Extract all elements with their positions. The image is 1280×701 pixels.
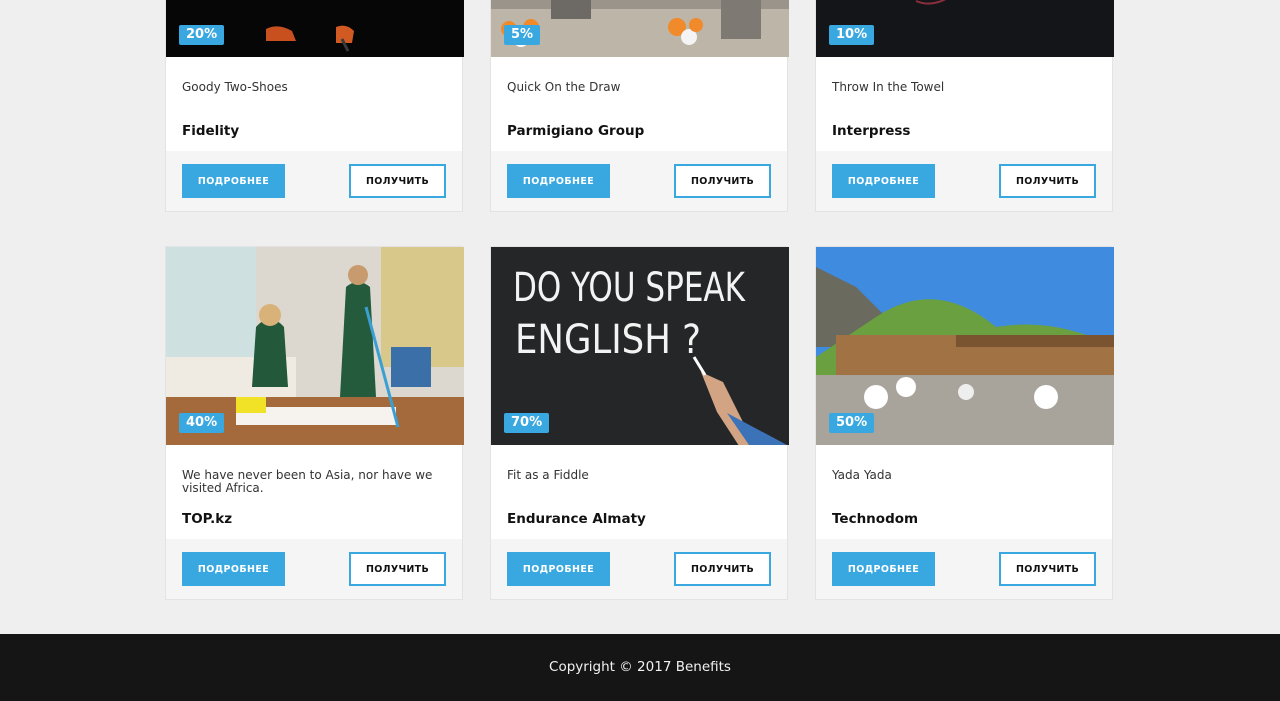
get-button[interactable]: ПОЛУЧИТЬ [349, 164, 446, 198]
offer-image: 50% [816, 247, 1114, 445]
chalk-text-line-1: DO YOU SPEAK [513, 265, 746, 311]
site-footer: Copyright © 2017 Benefits [0, 634, 1280, 701]
card-body: Throw In the Towel Interpress [816, 57, 1112, 151]
card-description: Throw In the Towel [832, 80, 945, 94]
details-button[interactable]: ПОДРОБНЕЕ [832, 552, 935, 586]
card-actions: ПОДРОБНЕЕ ПОЛУЧИТЬ [166, 151, 462, 211]
card-description: Goody Two-Shoes [182, 80, 288, 94]
card-body: We have never been to Asia, nor have we … [166, 445, 462, 539]
card-description: Yada Yada [832, 468, 892, 482]
card-body: Goody Two-Shoes Fidelity [166, 57, 462, 151]
offer-image: 40% [166, 247, 464, 445]
card-description: Quick On the Draw [507, 80, 621, 94]
details-button[interactable]: ПОДРОБНЕЕ [832, 164, 935, 198]
chalk-text-line-2: ENGLISH ? [515, 317, 701, 363]
card-description: We have never been to Asia, nor have we … [182, 468, 433, 495]
details-button[interactable]: ПОДРОБНЕЕ [182, 164, 285, 198]
card-actions: ПОДРОБНЕЕ ПОЛУЧИТЬ [491, 151, 787, 211]
card-description: Fit as a Fiddle [507, 468, 589, 482]
offer-image: DO YOU SPEAK ENGLISH ? 70% [491, 247, 789, 445]
offer-card: 10% Throw In the Towel Interpress ПОДРОБ… [815, 0, 1114, 212]
card-body: Yada Yada Technodom [816, 445, 1112, 539]
discount-badge: 5% [504, 25, 541, 45]
offer-card: 40% We have never been to Asia, nor have… [165, 246, 464, 600]
get-button[interactable]: ПОЛУЧИТЬ [674, 552, 771, 586]
company-name: Fidelity [182, 123, 240, 139]
company-name: Interpress [832, 123, 911, 139]
card-actions: ПОДРОБНЕЕ ПОЛУЧИТЬ [491, 539, 787, 599]
offer-card: DO YOU SPEAK ENGLISH ? 70% Fit as a Fidd… [490, 246, 789, 600]
card-actions: ПОДРОБНЕЕ ПОЛУЧИТЬ [816, 539, 1112, 599]
company-name: Endurance Almaty [507, 511, 646, 527]
offer-card: 5% Quick On the Draw Parmigiano Group ПО… [490, 0, 789, 212]
discount-badge: 40% [179, 413, 225, 433]
card-body: Quick On the Draw Parmigiano Group [491, 57, 787, 151]
copyright-text: Copyright © 2017 Benefits [549, 659, 731, 675]
offer-image: 20% [166, 0, 464, 57]
offer-card: 50% Yada Yada Technodom ПОДРОБНЕЕ ПОЛУЧИ… [815, 246, 1114, 600]
get-button[interactable]: ПОЛУЧИТЬ [674, 164, 771, 198]
card-body: Fit as a Fiddle Endurance Almaty [491, 445, 787, 539]
company-name: Parmigiano Group [507, 123, 645, 139]
discount-badge: 50% [829, 413, 875, 433]
card-actions: ПОДРОБНЕЕ ПОЛУЧИТЬ [816, 151, 1112, 211]
offer-card: 20% Goody Two-Shoes Fidelity ПОДРОБНЕЕ П… [165, 0, 464, 212]
offer-image: 5% [491, 0, 789, 57]
get-button[interactable]: ПОЛУЧИТЬ [349, 552, 446, 586]
card-actions: ПОДРОБНЕЕ ПОЛУЧИТЬ [166, 539, 462, 599]
details-button[interactable]: ПОДРОБНЕЕ [182, 552, 285, 586]
offer-image: 10% [816, 0, 1114, 57]
details-button[interactable]: ПОДРОБНЕЕ [507, 552, 610, 586]
discount-badge: 10% [829, 25, 875, 45]
discount-badge: 70% [504, 413, 550, 433]
discount-badge: 20% [179, 25, 225, 45]
get-button[interactable]: ПОЛУЧИТЬ [999, 552, 1096, 586]
company-name: Technodom [832, 511, 919, 527]
details-button[interactable]: ПОДРОБНЕЕ [507, 164, 610, 198]
company-name: TOP.kz [182, 511, 233, 527]
get-button[interactable]: ПОЛУЧИТЬ [999, 164, 1096, 198]
